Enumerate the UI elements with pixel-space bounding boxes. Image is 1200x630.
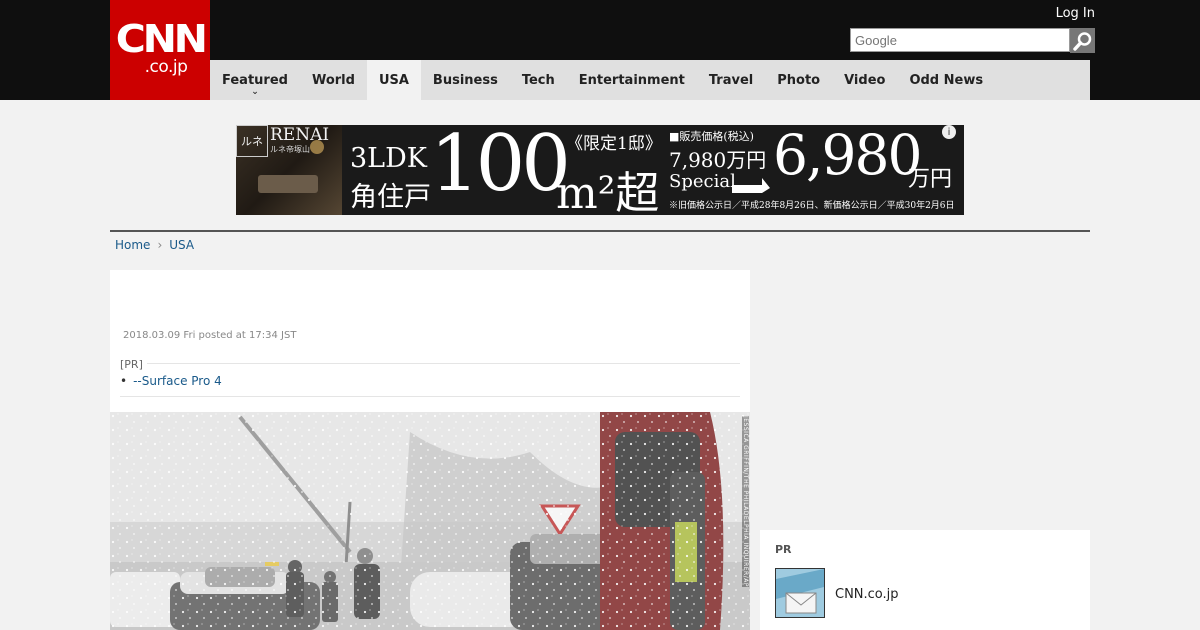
nav-odd-news[interactable]: Odd News [897,60,995,100]
nav-label: Business [432,72,498,88]
ad-note: ※旧価格公示日／平成28年8月26日、新価格公示日／平成30年2月6日 [669,201,955,211]
chevron-right-icon: › [157,238,163,252]
article-card: 2018.03.09 Fri posted at 17:34 JST [PR] … [110,270,750,630]
nav-label: Featured [222,72,288,88]
ad-type: 角住戸 [350,182,431,213]
ad-new-price-unit: 万円 [908,167,953,192]
search-box[interactable] [850,28,1070,52]
arrow-right-icon [732,178,770,193]
nav-label: Entertainment [578,72,685,88]
ad-special: Special [669,171,736,192]
nav-tech[interactable]: Tech [510,60,567,100]
nav-label: Travel [708,72,754,88]
ad-unit: m²超 [556,168,660,215]
pr-label: [PR] [120,358,147,371]
pr-link-text[interactable]: --Surface Pro 4 [133,374,222,388]
ad-layout: 3LDK [350,143,427,174]
login-link[interactable]: Log In [1056,6,1095,21]
nav-label: World [311,72,355,88]
pr-thumbnail[interactable] [775,568,825,618]
post-timestamp: 2018.03.09 Fri posted at 17:34 JST [123,330,297,341]
nav-photo[interactable]: Photo [765,60,832,100]
sidebar-pr-box: PR CNN.co.jp [760,530,1090,630]
ad-info-icon[interactable]: i [942,125,956,139]
breadcrumb: Home › USA [115,238,194,252]
article-photo[interactable]: JESSICA GRIFFIN/THE PHILADELPHIA INQUIRE… [110,412,750,630]
nav-label: Tech [521,72,555,88]
ad-old-price: 7,980万円 [669,148,767,172]
chevron-down-icon: ⌄ [251,87,259,97]
cnn-logo[interactable]: CNN .co.jp [110,0,210,100]
bullet-icon: • [120,374,128,388]
nav-world[interactable]: World [300,60,367,100]
main-nav: Featured ⌄ World USA Business Tech Enter… [210,60,1090,100]
nav-label: Photo [777,72,821,88]
sidebar-pr-label: PR [775,543,792,556]
nav-label: Odd News [909,72,984,88]
ad-brand: RENAI [270,125,330,145]
ad-new-price: 6,980 [773,125,922,187]
breadcrumb-home[interactable]: Home [115,238,150,252]
breadcrumb-current[interactable]: USA [169,238,194,252]
nav-video[interactable]: Video [832,60,897,100]
mail-icon [776,569,824,617]
search-button[interactable] [1070,28,1095,53]
section-divider [110,230,1090,232]
sidebar-pr-text[interactable]: CNN.co.jp [835,587,899,602]
nav-label: USA [378,72,409,88]
ad-banner[interactable]: ルネ RENAI ルネ帝塚山 3LDK 角住戸 100 《限定1邸》 m²超 ■… [236,125,964,215]
nav-label: Video [844,72,886,88]
ad-price-label: ■販売価格(税込) [669,130,754,143]
divider [120,396,740,397]
ad-brand-sub: ルネ帝塚山 [270,145,310,154]
search-icon [1072,31,1091,51]
nav-featured[interactable]: Featured ⌄ [210,60,300,100]
nav-entertainment[interactable]: Entertainment [567,60,697,100]
ad-logo: ルネ [236,125,268,157]
nav-business[interactable]: Business [421,60,510,100]
search-input[interactable] [851,29,1069,51]
ad-area: 100 [430,125,571,209]
nav-usa[interactable]: USA [366,60,421,100]
ad-limited: 《限定1邸》 [566,134,662,154]
logo-main: CNN [115,17,207,61]
nav-travel[interactable]: Travel [697,60,765,100]
pr-link[interactable]: • --Surface Pro 4 [120,374,222,388]
photo-credit: JESSICA GRIFFIN/THE PHILADELPHIA INQUIRE… [742,416,749,587]
divider [120,363,740,364]
snowstorm-scene-image [110,412,750,630]
